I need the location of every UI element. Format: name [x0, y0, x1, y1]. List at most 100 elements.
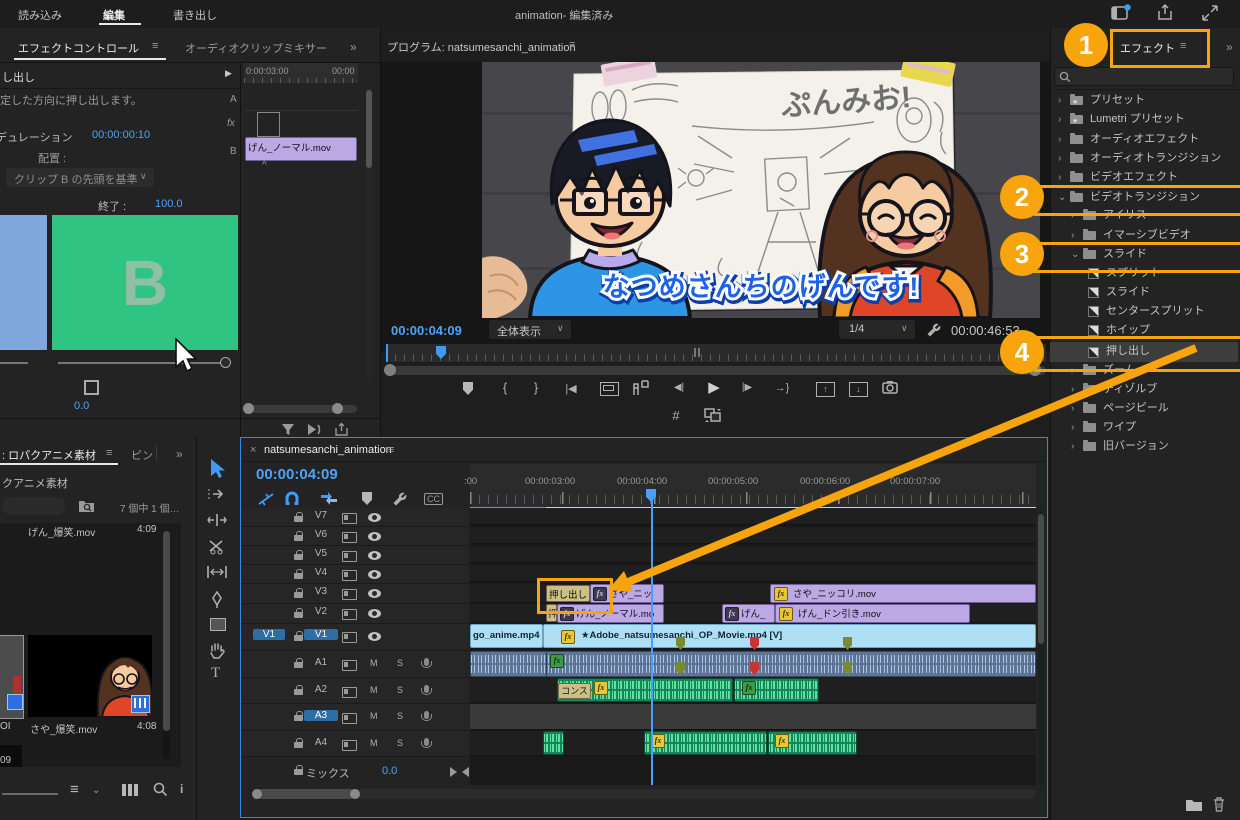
- program-hscrollbar[interactable]: [386, 366, 1046, 375]
- mic-icon[interactable]: [421, 711, 432, 721]
- eye-icon[interactable]: [368, 632, 381, 641]
- effects-tree-push-selected[interactable]: 押し出し: [1050, 342, 1238, 362]
- ec-vscroll-thumb[interactable]: [366, 90, 372, 168]
- safe-margins-button[interactable]: [600, 382, 619, 396]
- effects-tree-obsolete[interactable]: › 旧バージョン: [1050, 437, 1238, 456]
- effects-tree-video-transitions[interactable]: ⌄ ビデオトランジション: [1050, 188, 1238, 207]
- zoom-level-select[interactable]: 全体表示 ∨: [489, 320, 571, 339]
- snap-edits-icon[interactable]: [258, 492, 276, 506]
- search-icon[interactable]: [153, 782, 168, 797]
- tab-effects[interactable]: エフェクト: [1120, 40, 1175, 56]
- project-search-input[interactable]: [2, 497, 66, 515]
- timeline-hscrollbar[interactable]: [255, 789, 1036, 799]
- folder-search-icon[interactable]: [78, 498, 95, 513]
- export-frame-camera-button[interactable]: [882, 380, 898, 394]
- mic-icon[interactable]: [421, 685, 432, 695]
- selection-tool[interactable]: [209, 459, 227, 479]
- track-header-a3[interactable]: A3 M S: [242, 704, 468, 731]
- ec-hscroll-handle-right[interactable]: [332, 403, 343, 414]
- effects-tree-video-effects[interactable]: › ビデオエフェクト: [1050, 168, 1238, 187]
- effects-tree-lumetri-presets[interactable]: ›Lumetri プリセット: [1050, 110, 1238, 131]
- checkbox-icon[interactable]: [84, 380, 99, 395]
- menu-export[interactable]: 書き出し: [173, 7, 217, 23]
- rectangle-tool[interactable]: [210, 618, 226, 631]
- timeline-zoom-handle-left[interactable]: [252, 789, 262, 799]
- expand-arrow-icon[interactable]: ▶: [225, 68, 232, 79]
- play-around-icon[interactable]: [306, 423, 322, 436]
- timeline-settings-wrench-icon[interactable]: [392, 491, 408, 507]
- clip-v1-op-movie[interactable]: fx ★Adobe_natsumesanchi_OP_Movie.mp4 [V]: [543, 624, 1036, 648]
- track-header-a2[interactable]: A2 M S: [242, 678, 468, 704]
- effects-tree-zoom[interactable]: › ズーム: [1050, 361, 1238, 380]
- eye-icon[interactable]: [368, 570, 381, 579]
- tab-project[interactable]: : ロパクアニメ素材: [2, 447, 96, 463]
- chevron-down-icon[interactable]: ⌄: [92, 785, 100, 796]
- clip-a2-transition[interactable]: コンス: [558, 683, 591, 699]
- effects-tree-slide-folder[interactable]: ⌄ スライド: [1050, 245, 1238, 264]
- ec-hscroll-handle-left[interactable]: [243, 403, 254, 414]
- clip-a4-audio-1[interactable]: [543, 731, 564, 755]
- track-header-a1[interactable]: A1 M S: [242, 651, 468, 678]
- timeline-hscroll-thumb[interactable]: [255, 789, 355, 799]
- track-header-v3[interactable]: V3: [242, 584, 468, 604]
- program-menu-icon[interactable]: ≡: [569, 39, 575, 51]
- track-header-v1[interactable]: V1 V1: [242, 624, 468, 651]
- mute-button[interactable]: M: [370, 658, 378, 668]
- panel-menu-icon[interactable]: ≡: [152, 40, 158, 52]
- export-frame-button[interactable]: [633, 380, 649, 396]
- play-button[interactable]: ▶: [703, 378, 725, 396]
- clip-v2-transition[interactable]: 押: [546, 604, 557, 622]
- timeline-timecode[interactable]: 00:00:04:09: [256, 466, 338, 483]
- settings-wrench-icon[interactable]: [926, 322, 942, 338]
- linked-selection-icon[interactable]: [320, 491, 338, 506]
- timeline-zoom-handle-right[interactable]: [350, 789, 360, 799]
- effects-tree-page-peel[interactable]: › ページピール: [1050, 399, 1238, 418]
- program-scroll-handle-left[interactable]: [384, 364, 396, 376]
- program-timecode[interactable]: 00:00:04:09: [391, 323, 462, 338]
- effects-overflow-icon[interactable]: »: [1226, 40, 1233, 54]
- step-back-button[interactable]: ◀|: [668, 382, 690, 393]
- step-forward-button[interactable]: |▶: [736, 382, 758, 393]
- effects-tree-split[interactable]: スプリット: [1050, 264, 1238, 283]
- solo-button[interactable]: S: [397, 738, 403, 748]
- slider-handle[interactable]: [220, 357, 231, 368]
- icon-view-icon[interactable]: [122, 784, 126, 796]
- info-icon[interactable]: i: [180, 782, 183, 796]
- track-select-forward-tool[interactable]: [207, 487, 227, 501]
- clipped-item-name[interactable]: げん_爆笑.mov: [28, 524, 95, 539]
- eye-icon[interactable]: [368, 532, 381, 541]
- effects-tree-presets[interactable]: ›プリセット: [1050, 91, 1238, 112]
- project-vscroll-thumb[interactable]: [163, 531, 170, 731]
- program-scrub-ruler[interactable]: [386, 344, 1046, 362]
- timeline-vscrollbar[interactable]: [1038, 510, 1044, 785]
- ec-mini-ruler[interactable]: 0:00:03:00 00:00: [244, 63, 358, 83]
- mic-icon[interactable]: [421, 658, 432, 668]
- project-breadcrumb[interactable]: クアニメ素材: [2, 475, 68, 491]
- slip-tool[interactable]: [206, 565, 228, 579]
- mic-icon[interactable]: [421, 738, 432, 748]
- media-item-name[interactable]: さや_爆笑.mov: [30, 721, 97, 736]
- project-menu-icon[interactable]: ≡: [106, 447, 112, 459]
- captions-cc-icon[interactable]: CC: [424, 493, 443, 505]
- mark-in-button[interactable]: {: [494, 380, 516, 395]
- go-to-out-button[interactable]: →}: [771, 382, 793, 394]
- alignment-dropdown[interactable]: クリップ B の先頭を基準 ∨: [6, 168, 154, 187]
- menu-import[interactable]: 読み込み: [18, 7, 62, 23]
- eye-icon[interactable]: [368, 589, 381, 598]
- filter-icon[interactable]: [281, 423, 295, 436]
- mix-value[interactable]: 0.0: [382, 765, 397, 777]
- effects-tree-iris[interactable]: › アイリス: [1050, 206, 1238, 225]
- tab-audio-clip-mixer[interactable]: オーディオクリップミキサー: [185, 40, 327, 56]
- mute-button[interactable]: M: [370, 738, 378, 748]
- eye-icon[interactable]: [368, 609, 381, 618]
- clip-v3-transition[interactable]: 押し出し: [546, 585, 590, 602]
- media-thumbnail[interactable]: [28, 635, 154, 718]
- clip-v3-saya-nikkori[interactable]: fx さや_ニッコリ.mov: [770, 584, 1036, 603]
- clip-v2-gen-head[interactable]: fx げん_: [722, 604, 775, 623]
- effects-menu-icon[interactable]: ≡: [1180, 40, 1186, 52]
- new-folder-icon[interactable]: [1185, 798, 1203, 812]
- trash-icon[interactable]: [1212, 796, 1226, 812]
- effects-search-input[interactable]: [1054, 67, 1234, 86]
- track-header-v4[interactable]: V4: [242, 565, 468, 584]
- bottom-value[interactable]: 0.0: [74, 400, 89, 412]
